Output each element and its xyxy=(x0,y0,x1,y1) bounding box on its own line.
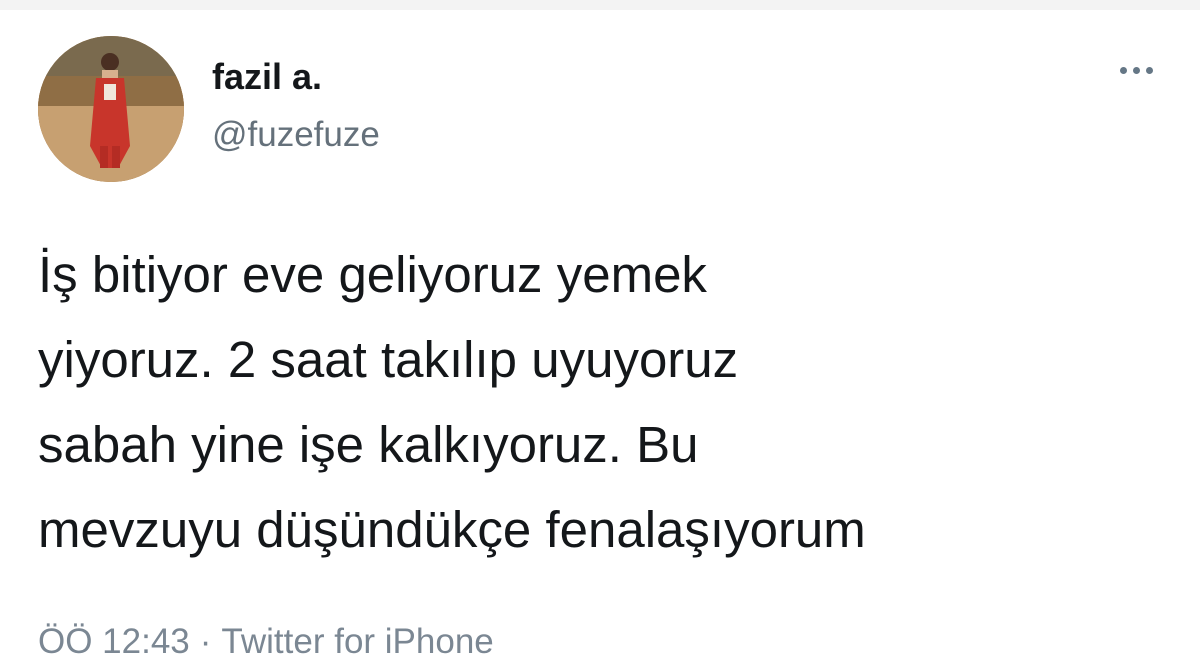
more-horizontal-icon xyxy=(1145,66,1153,74)
meta-separator: · xyxy=(199,622,212,661)
tweet-meta: ÖÖ 12:43 · Twitter for iPhone xyxy=(38,620,494,664)
tweet-text-line: sabah yine işe kalkıyoruz. Bu xyxy=(38,416,699,473)
more-options-button[interactable] xyxy=(1108,54,1164,86)
author-display-name[interactable]: fazil a. xyxy=(212,57,322,97)
tweet-text-line: İş bitiyor eve geliyoruz yemek xyxy=(38,246,707,303)
author-handle[interactable]: @fuzefuze xyxy=(212,115,380,155)
avatar[interactable] xyxy=(38,36,184,182)
tweet-text-line: yiyoruz. 2 saat takılıp uyuyoruz xyxy=(38,331,739,388)
tweet-text-line: mevzuyu düşündükçe fenalaşıyorum xyxy=(38,501,866,558)
more-horizontal-icon xyxy=(1119,66,1127,74)
tweet-card: fazil a. @fuzefuze İş bitiyor eve geliyo… xyxy=(0,10,1200,669)
more-horizontal-icon xyxy=(1132,66,1140,74)
tweet-timestamp[interactable]: ÖÖ 12:43 xyxy=(38,622,190,661)
tweet-source-link[interactable]: Twitter for iPhone xyxy=(221,622,493,661)
tweet-text: İş bitiyor eve geliyoruz yemek yiyoruz. … xyxy=(38,232,1178,572)
avatar-photo xyxy=(38,36,184,182)
